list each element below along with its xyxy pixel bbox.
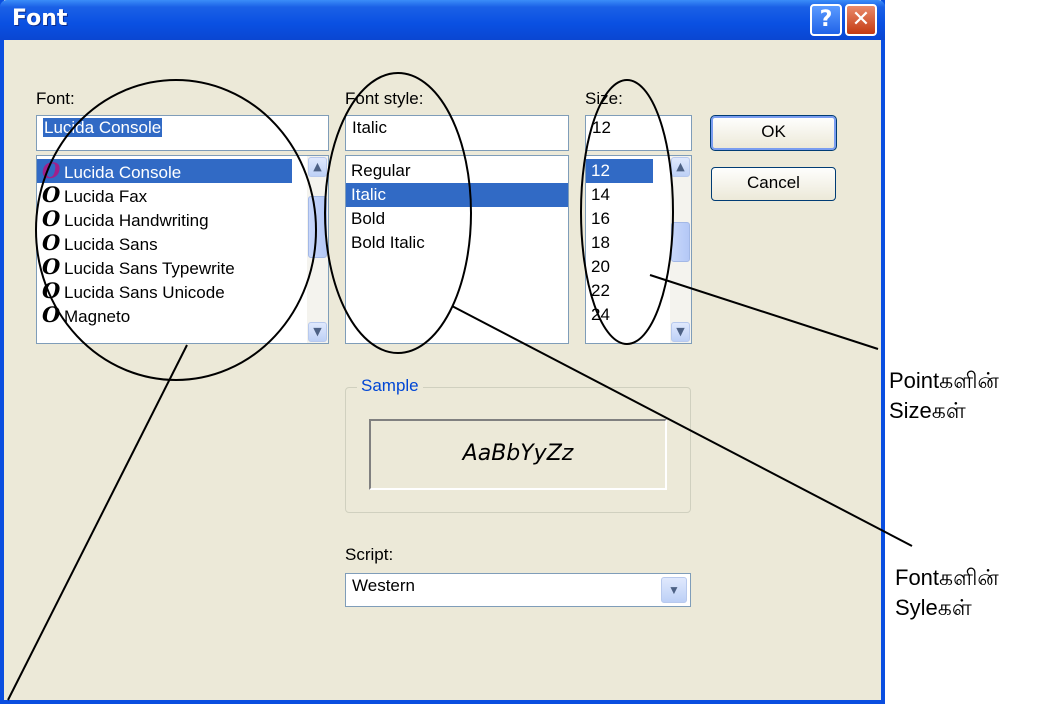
size-list-circle	[580, 79, 674, 345]
style-annotation: Fontகளின் Syleகள்	[895, 565, 999, 620]
annotation-overlay	[7, 72, 913, 701]
size-annotation: Pointகளின் Sizeகள்	[889, 368, 999, 423]
style-pointer-line	[451, 305, 913, 547]
font-pointer-line	[7, 344, 188, 701]
style-list-circle	[324, 72, 472, 354]
size-pointer-line	[649, 274, 879, 350]
font-list-circle	[35, 79, 317, 381]
